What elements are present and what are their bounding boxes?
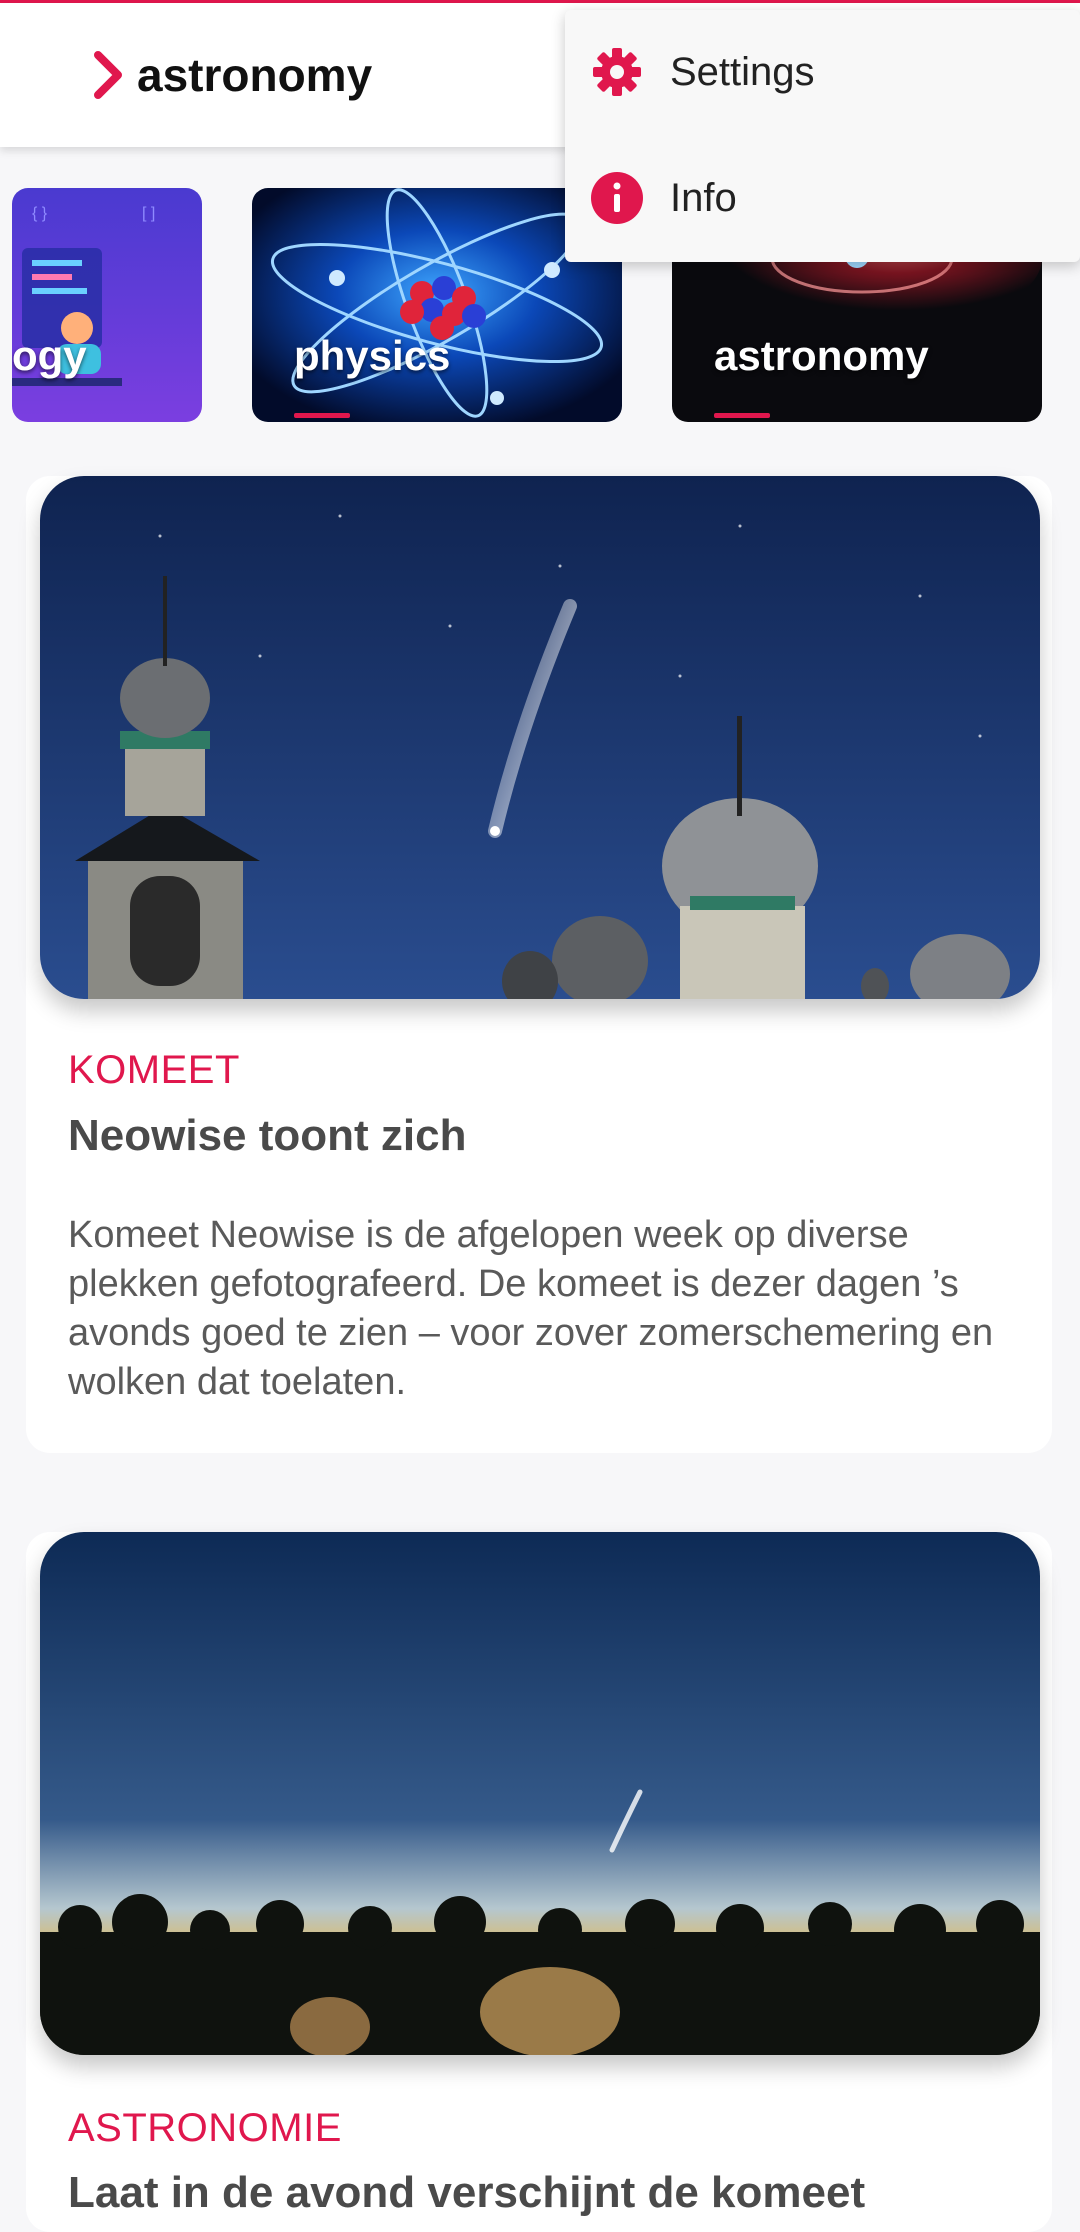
comet-church-photo — [40, 476, 1040, 999]
article-category: ASTRONOMIE — [68, 2106, 342, 2150]
overflow-menu: Settings Info — [565, 10, 1080, 262]
category-label: ogy — [12, 332, 87, 379]
menu-label: Settings — [670, 50, 815, 94]
category-underline — [714, 413, 770, 418]
svg-text:{ }: { } — [32, 205, 48, 222]
page-title: astronomy — [137, 49, 373, 101]
svg-text:[ ]: [ ] — [142, 205, 155, 222]
category-underline — [294, 413, 350, 418]
category-card-technology[interactable]: [ ] { } ogy — [12, 188, 202, 422]
article-card[interactable]: ASTRONOMIE Laat in de avond verschijnt d… — [26, 1532, 1052, 2232]
category-label: astronomy — [714, 332, 929, 379]
article-image[interactable] — [40, 476, 1040, 999]
menu-item-settings[interactable]: Settings — [565, 10, 1080, 134]
menu-item-info[interactable]: Info — [565, 136, 1080, 260]
gear-icon — [593, 48, 641, 96]
technology-illustration: [ ] { } — [12, 188, 202, 422]
article-image[interactable] — [40, 1532, 1040, 2055]
article-category: KOMEET — [68, 1048, 240, 1092]
chevron-right-icon[interactable] — [90, 49, 126, 101]
article-summary: Komeet Neowise is de afgelopen week op d… — [68, 1214, 994, 1403]
article-card[interactable]: KOMEET Neowise toont zich Komeet Neowise… — [26, 476, 1052, 1453]
comet-twilight-photo — [40, 1532, 1040, 2055]
article-title[interactable]: Neowise toont zich — [68, 1111, 1012, 1161]
article-title[interactable]: Laat in de avond verschijnt de komeet — [68, 2168, 1012, 2218]
info-icon — [591, 172, 643, 224]
category-label: physics — [294, 332, 451, 379]
menu-label: Info — [670, 176, 737, 220]
